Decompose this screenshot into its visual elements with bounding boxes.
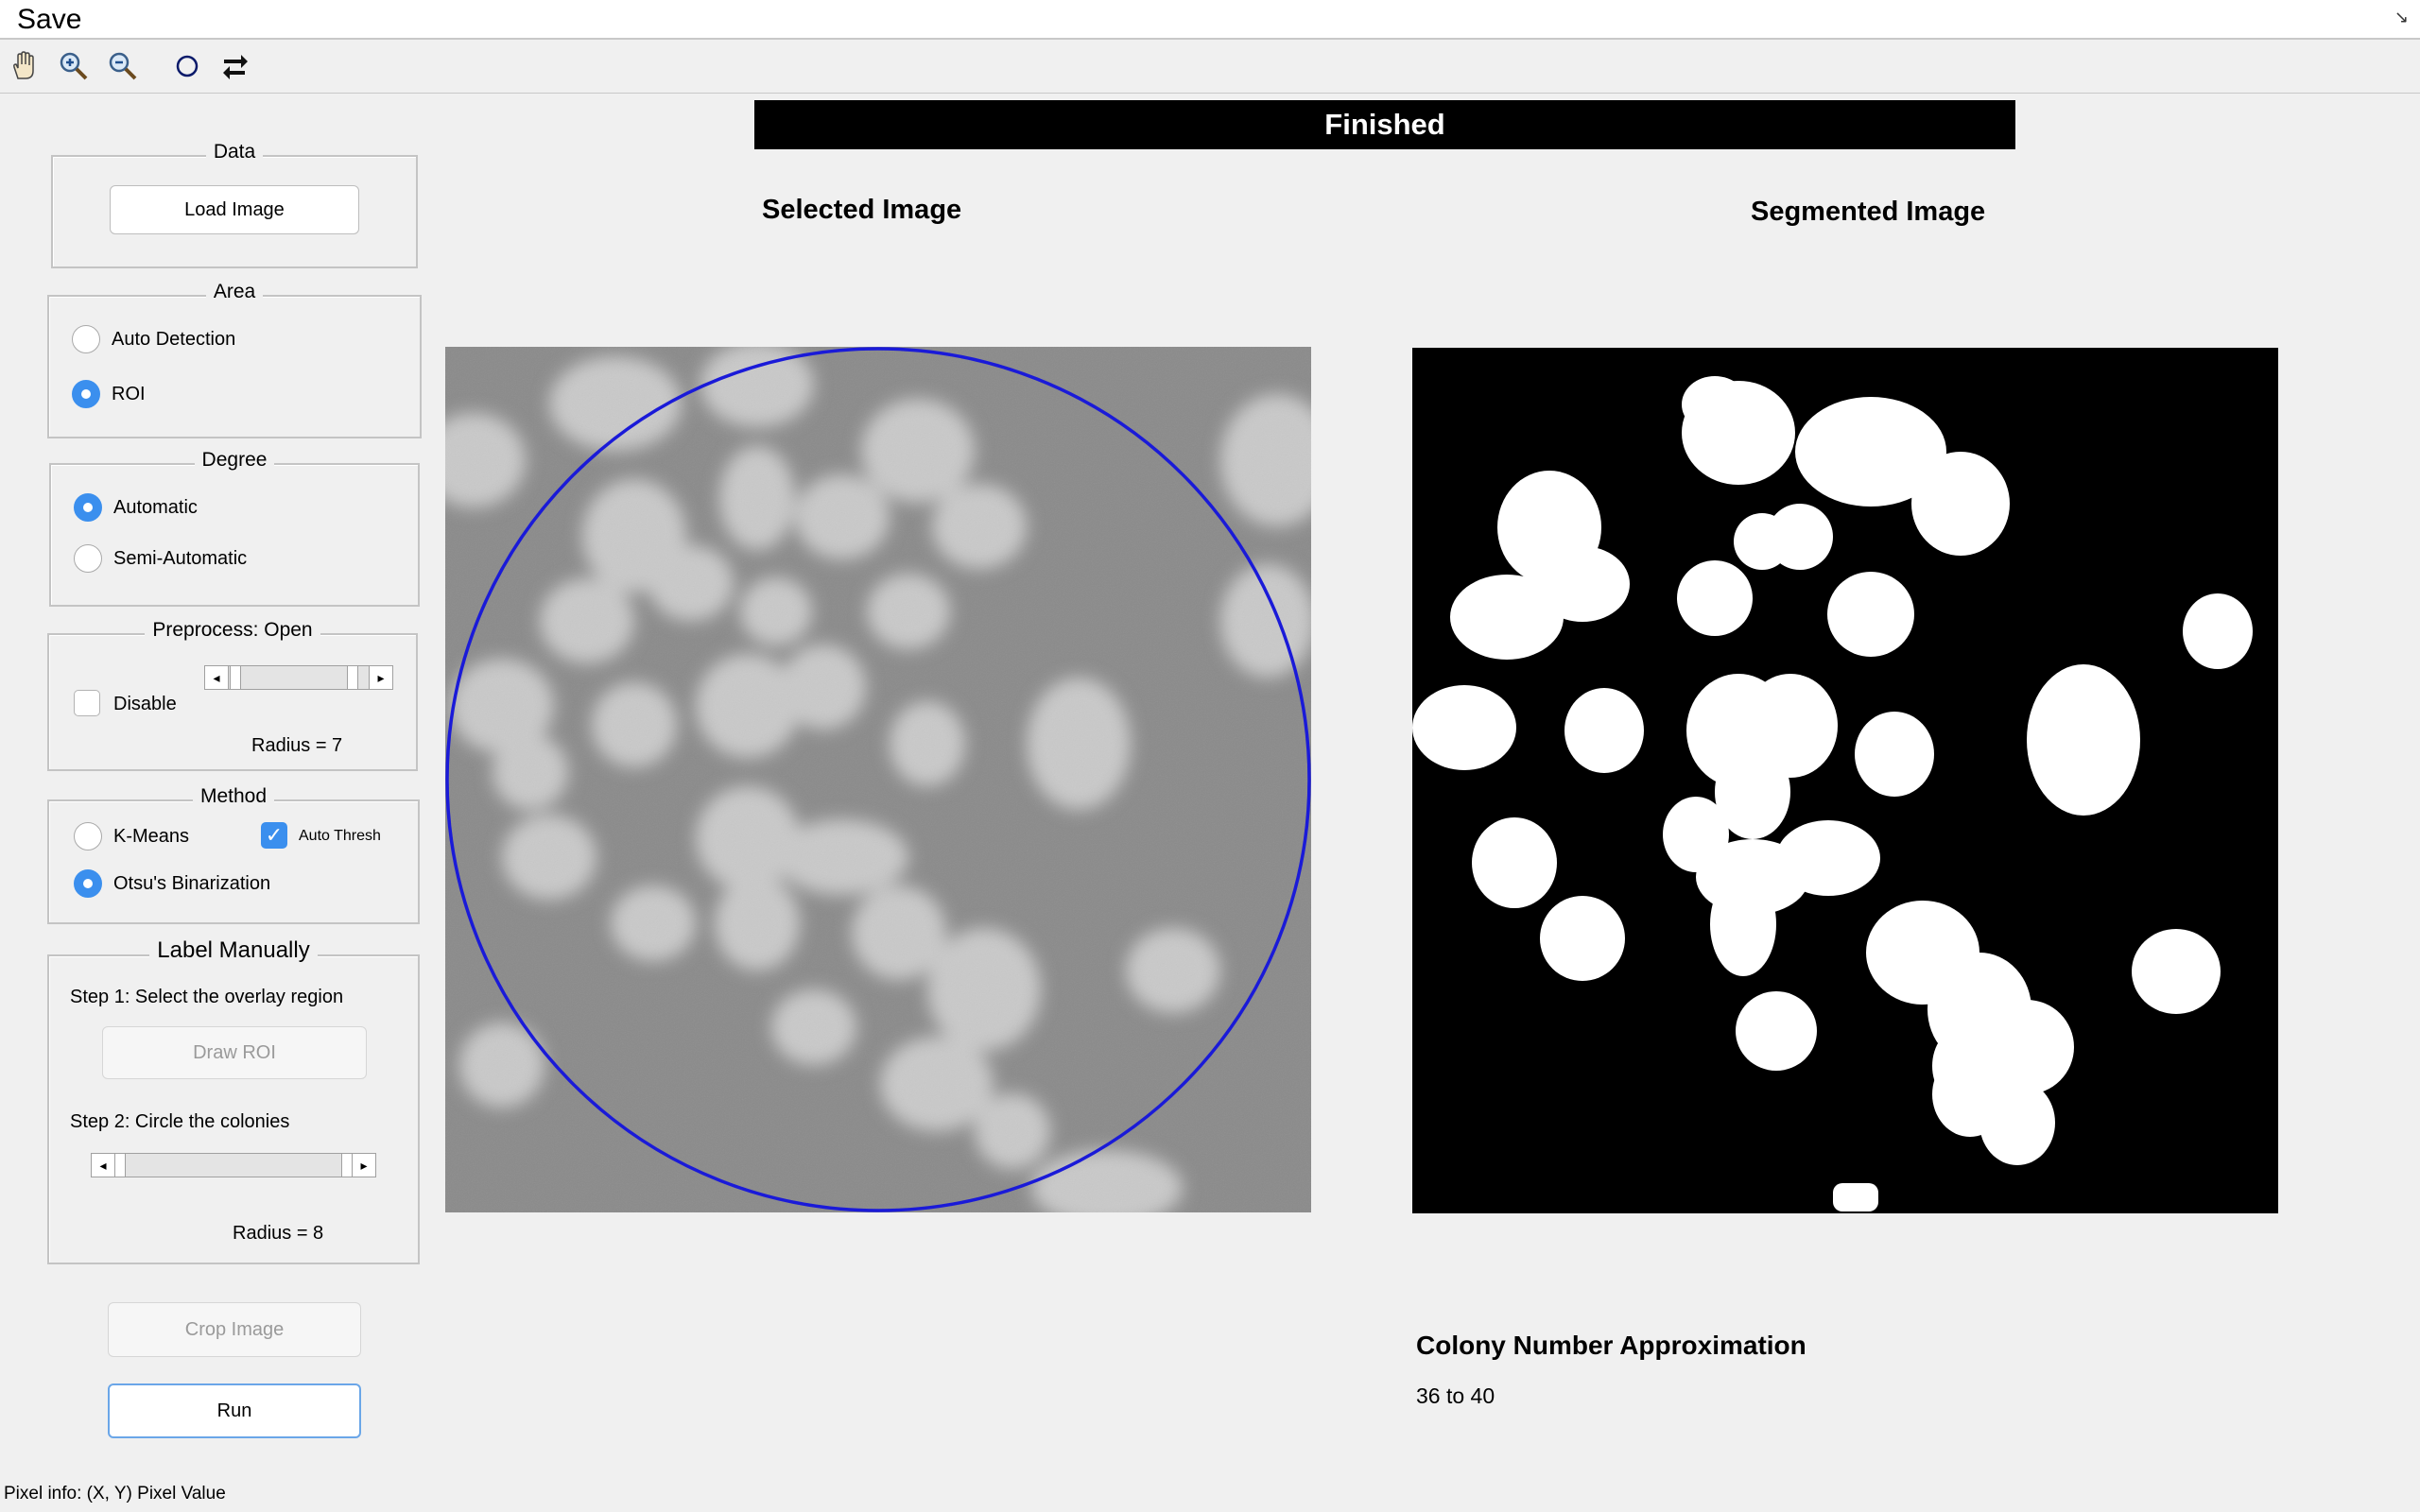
- label-manually-title: Label Manually: [149, 937, 318, 963]
- label-radius-text: Radius = 8: [233, 1223, 324, 1244]
- slider-right-arrow-icon[interactable]: ▸: [353, 1154, 375, 1177]
- roi-label: ROI: [112, 384, 146, 404]
- crop-image-button[interactable]: Crop Image: [108, 1302, 361, 1357]
- otsu-label: Otsu's Binarization: [113, 873, 271, 894]
- auto-detection-radio[interactable]: [72, 325, 100, 353]
- segmented-image-title: Segmented Image: [1751, 197, 1986, 227]
- draw-roi-button[interactable]: Draw ROI: [102, 1026, 367, 1079]
- colony-number-heading: Colony Number Approximation: [1416, 1331, 1806, 1360]
- resize-corner-icon[interactable]: ↘: [2394, 8, 2409, 27]
- auto-thresh-checkbox[interactable]: ✓: [261, 822, 287, 849]
- step1-label: Step 1: Select the overlay region: [70, 987, 344, 1007]
- automatic-label: Automatic: [113, 497, 198, 518]
- colony-radius-slider[interactable]: ◂ ▸: [91, 1153, 376, 1177]
- data-panel: Data Load Image: [51, 141, 418, 268]
- selected-image-title: Selected Image: [762, 195, 962, 225]
- method-panel-title: Method: [192, 785, 275, 807]
- slider-right-arrow-icon[interactable]: ▸: [369, 666, 392, 689]
- menu-bar: Save ↘: [0, 0, 2420, 40]
- k-means-radio[interactable]: [74, 822, 102, 850]
- status-banner: Finished: [754, 100, 2015, 149]
- slider-thumb-end: [347, 666, 358, 689]
- degree-panel: Degree Automatic Semi-Automatic: [49, 449, 420, 607]
- open-radius-slider[interactable]: ◂ ▸: [204, 665, 393, 690]
- auto-detection-label: Auto Detection: [112, 329, 236, 350]
- preprocess-panel: Preprocess: Open ◂ ▸ Disable Radius = 7: [47, 619, 418, 771]
- roi-radio[interactable]: [72, 380, 100, 408]
- step2-label: Step 2: Circle the colonies: [70, 1111, 290, 1132]
- otsu-radio[interactable]: [74, 869, 102, 898]
- k-means-label: K-Means: [113, 826, 190, 847]
- preprocess-panel-title: Preprocess: Open: [145, 619, 320, 641]
- method-panel: Method K-Means ✓ Auto Thresh Otsu's Bina…: [47, 785, 420, 924]
- menu-save[interactable]: Save: [17, 4, 81, 36]
- colony-number-value: 36 to 40: [1416, 1383, 1495, 1408]
- toolbar: [0, 40, 2420, 94]
- slider-left-arrow-icon[interactable]: ◂: [205, 666, 229, 689]
- zoom-out-icon[interactable]: [104, 47, 142, 85]
- area-panel: Area Auto Detection ROI: [47, 281, 422, 438]
- pixel-info-label: Pixel info: (X, Y) Pixel Value: [4, 1484, 226, 1503]
- segmented-image: [1412, 348, 2278, 1213]
- preprocess-radius-label: Radius = 7: [251, 735, 343, 756]
- load-image-button[interactable]: Load Image: [110, 185, 359, 234]
- circle-icon[interactable]: [168, 47, 206, 85]
- area-panel-title: Area: [205, 281, 264, 302]
- automatic-radio[interactable]: [74, 493, 102, 522]
- run-button[interactable]: Run: [108, 1383, 361, 1438]
- auto-thresh-label: Auto Thresh: [299, 828, 381, 844]
- slider-left-arrow-icon[interactable]: ◂: [92, 1154, 114, 1177]
- disable-label: Disable: [113, 694, 177, 714]
- slider-thumb[interactable]: [230, 666, 241, 689]
- selected-image-axes[interactable]: [422, 342, 1334, 1226]
- segmented-image-axes[interactable]: [1412, 348, 2278, 1213]
- semi-automatic-radio[interactable]: [74, 544, 102, 573]
- swap-arrows-icon[interactable]: [216, 47, 253, 85]
- zoom-in-icon[interactable]: [55, 47, 93, 85]
- data-panel-title: Data: [205, 141, 264, 163]
- label-manually-panel: Label Manually Step 1: Select the overla…: [47, 937, 420, 1264]
- degree-panel-title: Degree: [194, 449, 275, 471]
- slider-thumb[interactable]: [114, 1154, 126, 1177]
- disable-checkbox[interactable]: [74, 690, 100, 716]
- pan-hand-icon[interactable]: [6, 47, 43, 85]
- semi-automatic-label: Semi-Automatic: [113, 548, 248, 569]
- selected-image: [422, 342, 1334, 1226]
- slider-thumb-end: [341, 1154, 353, 1177]
